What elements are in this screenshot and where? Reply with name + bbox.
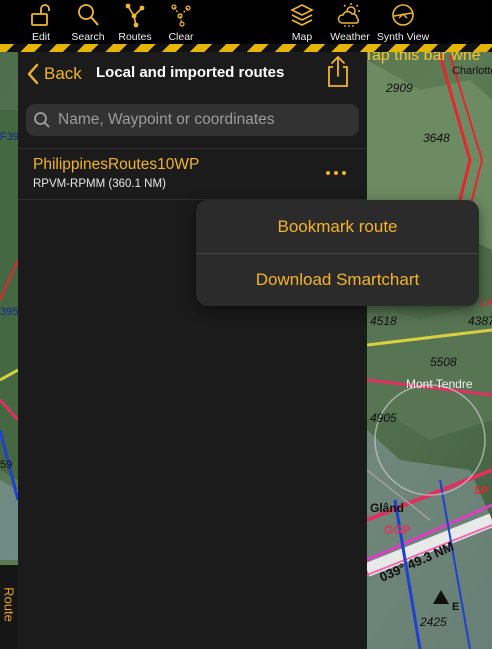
elevation-label: 2425	[419, 615, 447, 629]
elevation-label: 4518	[370, 314, 397, 328]
edge-label: Charlotte	[452, 65, 492, 77]
back-label: Back	[44, 64, 82, 83]
download-smartchart-menu-item[interactable]: Download Smartchart	[196, 254, 479, 306]
route-subtitle: RPVM-RPMM (360.1 NM)	[33, 178, 166, 190]
elevation-label: 4387	[468, 314, 492, 328]
edit-label: Edit	[31, 31, 51, 43]
elevation-label: 3648	[423, 131, 450, 145]
synth-view-label: Synth View	[376, 31, 430, 43]
horizon-icon	[392, 4, 414, 26]
hazard-stripe-bar	[0, 44, 492, 52]
place-label: GGP	[384, 523, 411, 537]
route-name: PhilippinesRoutes10WP	[33, 156, 200, 173]
route-side-tab[interactable]: Route	[0, 565, 18, 649]
waypoint-label: E	[452, 601, 459, 613]
place-label: Mont Tendre	[406, 377, 473, 391]
map-label: Map	[291, 31, 313, 43]
edge-label: 59	[0, 459, 12, 471]
route-more-button[interactable]	[322, 163, 350, 183]
bookmark-route-menu-item[interactable]: Bookmark route	[196, 201, 479, 253]
search-field[interactable]	[26, 104, 359, 136]
layers-icon	[290, 4, 314, 26]
cloud-sun-icon	[337, 3, 360, 27]
map-button[interactable]: Map	[277, 2, 327, 44]
back-button[interactable]: Back	[26, 61, 82, 87]
magnifier-icon	[78, 4, 99, 26]
clear-route-icon	[171, 4, 191, 27]
weather-label: Weather	[330, 31, 370, 43]
route-list-item[interactable]: PhilippinesRoutes10WP RPVM-RPMM (360.1 N…	[18, 149, 367, 199]
edge-label: F39	[0, 131, 19, 143]
routes-button[interactable]: Routes	[110, 2, 160, 44]
search-icon	[34, 112, 50, 128]
search-label: Search	[71, 31, 105, 43]
place-label: Glând	[370, 501, 404, 515]
share-icon	[328, 55, 348, 87]
lock-open-icon	[31, 4, 50, 26]
search-button[interactable]: Search	[63, 2, 113, 44]
edge-label: SP	[474, 485, 489, 497]
routes-panel: Back Local and imported routes Philippin…	[18, 52, 367, 649]
elevation-label: 4905	[370, 411, 397, 425]
route-nodes-icon	[125, 3, 145, 28]
route-side-tab-label: Route	[1, 587, 17, 622]
share-button[interactable]	[324, 55, 352, 89]
weather-button[interactable]: Weather	[325, 2, 375, 44]
clear-label: Clear	[168, 31, 194, 43]
edit-button[interactable]: Edit	[16, 2, 66, 44]
panel-title: Local and imported routes	[96, 64, 285, 81]
edge-label: 395	[0, 306, 18, 318]
clear-button[interactable]: Clear	[156, 2, 206, 44]
search-input[interactable]	[56, 110, 350, 130]
route-actions-popover: Bookmark route Download Smartchart	[196, 200, 479, 306]
routes-label: Routes	[118, 31, 152, 43]
ellipsis-icon	[326, 171, 346, 175]
elevation-label: 5508	[430, 355, 457, 369]
synth-view-button[interactable]: Synth View	[375, 2, 431, 44]
panel-header: Back Local and imported routes	[18, 52, 367, 96]
chevron-left-icon	[27, 63, 39, 85]
edge-label: LA	[480, 297, 492, 309]
elevation-label: 2909	[385, 81, 413, 95]
top-toolbar: Edit Search Routes Clear Map Weather Syn…	[0, 0, 492, 44]
